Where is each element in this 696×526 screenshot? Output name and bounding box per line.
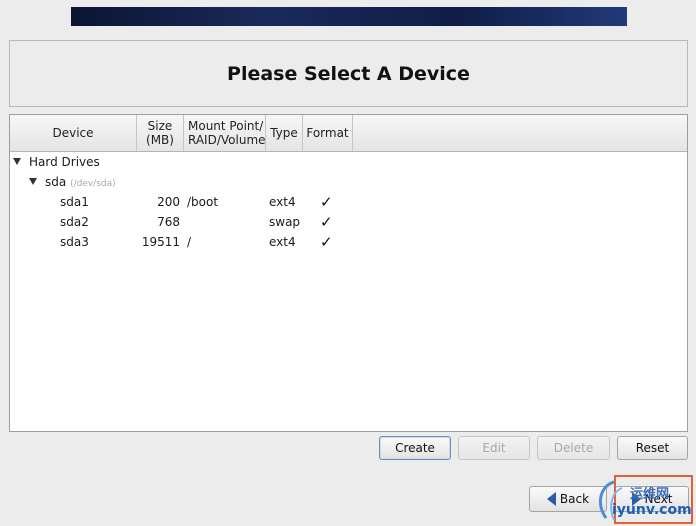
partition-mount: /boot (187, 195, 219, 209)
format-check-icon: ✓ (320, 193, 333, 211)
column-type[interactable]: Type (266, 115, 303, 151)
column-format[interactable]: Format (303, 115, 353, 151)
back-button[interactable]: Back (529, 486, 607, 512)
partition-type: swap (269, 215, 301, 229)
create-button[interactable]: Create (379, 436, 451, 460)
partition-type: ext4 (269, 235, 296, 249)
partition-size: 768 (157, 215, 180, 229)
column-size[interactable]: Size (MB) (137, 115, 184, 151)
group-label: Hard Drives (29, 155, 100, 169)
header-banner (71, 7, 627, 26)
partition-device: sda3 (60, 235, 89, 249)
partition-size: 200 (157, 195, 180, 209)
next-button[interactable]: Next (615, 486, 689, 512)
expander-down-icon[interactable] (29, 178, 37, 185)
page-title: Please Select A Device (227, 62, 470, 85)
tree-row-hard-drives[interactable]: Hard Drives (10, 152, 687, 172)
partition-device: sda2 (60, 215, 89, 229)
disk-path: (/dev/sda) (70, 179, 116, 189)
disk-label: sda (/dev/sda) (45, 175, 116, 189)
column-mount-point[interactable]: Mount Point/ RAID/Volume (184, 115, 266, 151)
table-row[interactable]: sda1 200 /boot ext4 ✓ (10, 192, 687, 212)
tree-header: Device Size (MB) Mount Point/ RAID/Volum… (10, 115, 687, 152)
edit-button[interactable]: Edit (458, 436, 530, 460)
tree-row-disk[interactable]: sda (/dev/sda) (10, 172, 687, 192)
table-row[interactable]: sda3 19511 / ext4 ✓ (10, 232, 687, 252)
table-row[interactable]: sda2 768 swap ✓ (10, 212, 687, 232)
delete-button[interactable]: Delete (537, 436, 610, 460)
expander-down-icon[interactable] (13, 158, 21, 165)
arrow-left-icon (546, 492, 556, 506)
format-check-icon: ✓ (320, 233, 333, 251)
column-device[interactable]: Device (10, 115, 137, 151)
partition-type: ext4 (269, 195, 296, 209)
partition-mount: / (187, 235, 192, 249)
reset-button[interactable]: Reset (617, 436, 688, 460)
device-tree[interactable]: Device Size (MB) Mount Point/ RAID/Volum… (9, 114, 688, 432)
arrow-right-icon (631, 492, 641, 506)
partition-device: sda1 (60, 195, 89, 209)
title-panel: Please Select A Device (9, 40, 688, 107)
format-check-icon: ✓ (320, 213, 333, 231)
partition-size: 19511 (141, 235, 180, 249)
